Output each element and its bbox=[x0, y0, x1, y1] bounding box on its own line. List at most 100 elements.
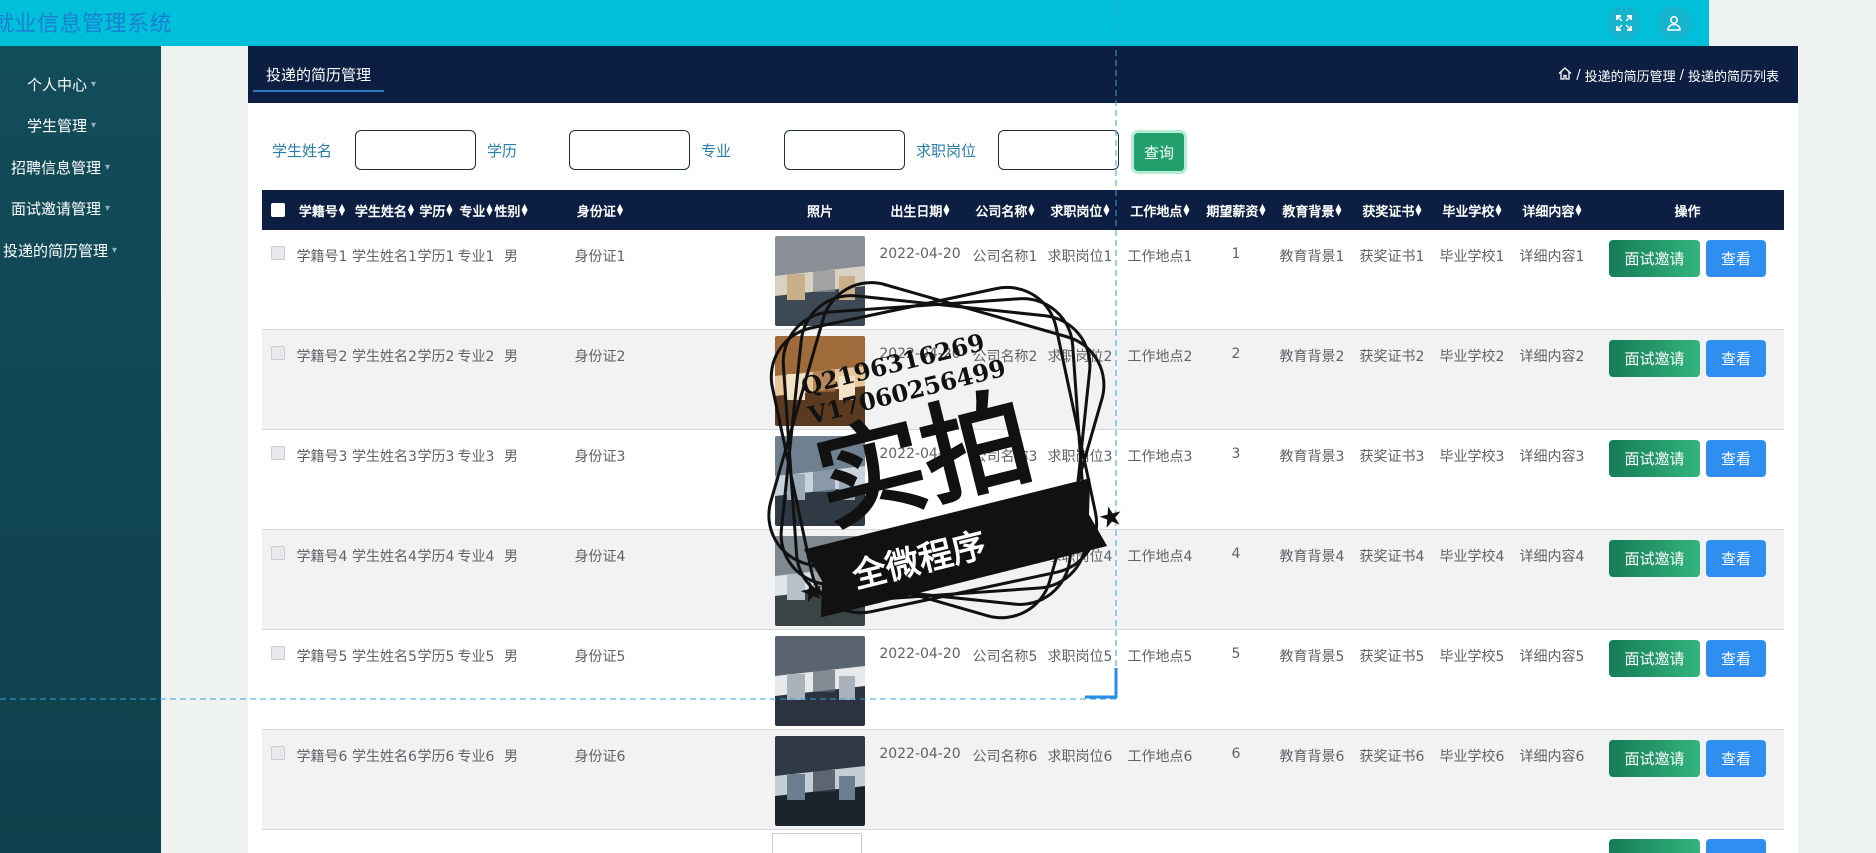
chevron-down-icon: ▾ bbox=[105, 162, 111, 173]
invite-button[interactable]: 面试邀请 bbox=[1609, 240, 1700, 277]
row-checkbox[interactable] bbox=[271, 446, 285, 460]
query-button[interactable]: 查询 bbox=[1134, 133, 1184, 171]
sort-icon[interactable]: ▲ ▼ bbox=[408, 203, 414, 217]
invite-button[interactable]: 面试邀请 bbox=[1609, 740, 1700, 777]
sort-icon[interactable]: ▲ ▼ bbox=[1028, 203, 1034, 217]
table-cell: 学历4 bbox=[418, 530, 455, 629]
cell-text: 工作地点1 bbox=[1127, 249, 1193, 265]
table-cell: 6 bbox=[1200, 730, 1272, 829]
major-input[interactable] bbox=[784, 130, 905, 170]
cell-text: 详细内容5 bbox=[1519, 649, 1585, 665]
column-header[interactable]: 出生日期 ▲ ▼ bbox=[870, 190, 970, 230]
sort-icon[interactable]: ▲ ▼ bbox=[1575, 203, 1581, 217]
column-header[interactable]: 身份证 ▲ ▼ bbox=[525, 190, 675, 230]
view-button[interactable]: 查看 bbox=[1706, 440, 1766, 477]
cell-text: 求职岗位3 bbox=[1047, 449, 1113, 465]
column-header[interactable]: 性别 ▲ ▼ bbox=[494, 190, 527, 230]
table-cell: 学籍号4 bbox=[294, 530, 350, 629]
column-header[interactable]: 学历 ▲ ▼ bbox=[418, 190, 454, 230]
column-header[interactable]: 教育背景 ▲ ▼ bbox=[1272, 190, 1352, 230]
row-checkbox[interactable] bbox=[271, 346, 285, 360]
sort-icon[interactable]: ▲ ▼ bbox=[943, 203, 949, 217]
photo-thumbnail[interactable] bbox=[775, 336, 865, 426]
invite-button[interactable]: 面试邀请 bbox=[1609, 640, 1700, 677]
sort-icon[interactable]: ▲ ▼ bbox=[1335, 203, 1341, 217]
select-all-checkbox[interactable] bbox=[271, 203, 285, 217]
column-header[interactable]: 学生姓名 ▲ ▼ bbox=[351, 190, 418, 230]
column-header[interactable]: 学籍号 ▲ ▼ bbox=[294, 190, 350, 230]
view-button[interactable]: 查看 bbox=[1706, 540, 1766, 577]
table-cell: 求职岗位5 bbox=[1040, 630, 1120, 729]
cell-text: 男 bbox=[504, 749, 518, 765]
table-cell: 专业6 bbox=[455, 730, 497, 829]
cell-text: 6 bbox=[1231, 746, 1241, 762]
sidebar-item-resumes[interactable]: 投递的简历管理 ▾ bbox=[3, 240, 117, 261]
view-button[interactable]: 查看 bbox=[1706, 640, 1766, 677]
table-cell: 2022-04-20 bbox=[870, 230, 970, 329]
column-header[interactable]: 专业 ▲ ▼ bbox=[455, 190, 497, 230]
sort-icon[interactable]: ▲ ▼ bbox=[446, 203, 452, 217]
table-cell: 获奖证书1 bbox=[1352, 230, 1432, 329]
view-button[interactable]: 查看 bbox=[1706, 240, 1766, 277]
column-header[interactable]: 公司名称 ▲ ▼ bbox=[970, 190, 1040, 230]
view-button[interactable]: 查看 bbox=[1706, 740, 1766, 777]
sort-icon[interactable]: ▲ ▼ bbox=[1415, 203, 1421, 217]
sidebar-item-recruitment[interactable]: 招聘信息管理 ▾ bbox=[11, 157, 110, 178]
column-header[interactable]: 期望薪资 ▲ ▼ bbox=[1200, 190, 1272, 230]
table-cell: 详细内容1 bbox=[1512, 230, 1592, 329]
home-icon[interactable] bbox=[1558, 67, 1572, 84]
photo-thumbnail[interactable] bbox=[775, 436, 865, 526]
cell-text: 学籍号1 bbox=[296, 249, 348, 265]
column-header[interactable]: 工作地点 ▲ ▼ bbox=[1120, 190, 1200, 230]
sort-icon[interactable]: ▲ ▼ bbox=[339, 203, 345, 217]
top-bar: 就业信息管理系统 bbox=[0, 0, 1709, 46]
sort-icon[interactable]: ▲ ▼ bbox=[486, 203, 492, 217]
chevron-down-icon: ▾ bbox=[91, 79, 97, 90]
education-input[interactable] bbox=[569, 130, 690, 170]
row-checkbox[interactable] bbox=[271, 746, 285, 760]
invite-button-partial[interactable] bbox=[1609, 839, 1700, 853]
photo-thumbnail[interactable] bbox=[775, 536, 865, 626]
sidebar-item-interview-invites[interactable]: 面试邀请管理 ▾ bbox=[11, 198, 110, 219]
sort-icon[interactable]: ▲ ▼ bbox=[1259, 203, 1265, 217]
student-name-input[interactable] bbox=[355, 130, 476, 170]
view-button-partial[interactable] bbox=[1706, 839, 1766, 853]
cell-text: 详细内容3 bbox=[1519, 449, 1585, 465]
view-button[interactable]: 查看 bbox=[1706, 340, 1766, 377]
fullscreen-icon[interactable] bbox=[1607, 6, 1641, 40]
sort-icon[interactable]: ▲ ▼ bbox=[1183, 203, 1189, 217]
photo-thumbnail[interactable] bbox=[775, 636, 865, 726]
user-icon[interactable] bbox=[1657, 6, 1691, 40]
cell-text: 学历5 bbox=[417, 649, 455, 665]
cell-text: 身份证3 bbox=[574, 449, 626, 465]
table-cell: 求职岗位4 bbox=[1040, 530, 1120, 629]
invite-button[interactable]: 面试邀请 bbox=[1609, 340, 1700, 377]
sort-icon[interactable]: ▲ ▼ bbox=[617, 203, 623, 217]
table-cell: 公司名称1 bbox=[970, 230, 1040, 329]
column-header-label: 性别 bbox=[494, 204, 521, 220]
breadcrumb-item[interactable]: 投递的简历管理 bbox=[1585, 66, 1676, 85]
sort-icon[interactable]: ▲ ▼ bbox=[1103, 203, 1109, 217]
sort-icon[interactable]: ▲ ▼ bbox=[1495, 203, 1501, 217]
table-cell: 公司名称5 bbox=[970, 630, 1040, 729]
column-header[interactable]: 毕业学校 ▲ ▼ bbox=[1432, 190, 1512, 230]
table-cell: 男 bbox=[497, 330, 525, 429]
column-header[interactable]: 获奖证书 ▲ ▼ bbox=[1352, 190, 1432, 230]
photo-thumbnail[interactable] bbox=[775, 236, 865, 326]
photo-cell bbox=[774, 530, 866, 629]
invite-button[interactable]: 面试邀请 bbox=[1609, 540, 1700, 577]
row-checkbox[interactable] bbox=[271, 646, 285, 660]
tab-resume-management[interactable]: 投递的简历管理 bbox=[253, 60, 385, 92]
invite-button[interactable]: 面试邀请 bbox=[1609, 440, 1700, 477]
table-cell: 毕业学校5 bbox=[1432, 630, 1512, 729]
column-header[interactable]: 求职岗位 ▲ ▼ bbox=[1040, 190, 1120, 230]
table-row: 学籍号5 学生姓名5 学历5 专业5 男 身份证5 2022-04-20 公司名称5 求职岗位5… bbox=[262, 630, 1784, 730]
job-position-input[interactable] bbox=[998, 130, 1119, 170]
sidebar-item-label: 个人中心 bbox=[27, 76, 88, 94]
sidebar-item-students[interactable]: 学生管理 ▾ bbox=[27, 115, 96, 136]
sidebar-item-personal-center[interactable]: 个人中心 ▾ bbox=[27, 74, 96, 95]
row-checkbox[interactable] bbox=[271, 546, 285, 560]
column-header[interactable]: 详细内容 ▲ ▼ bbox=[1512, 190, 1592, 230]
photo-thumbnail[interactable] bbox=[775, 736, 865, 826]
row-checkbox[interactable] bbox=[271, 246, 285, 260]
